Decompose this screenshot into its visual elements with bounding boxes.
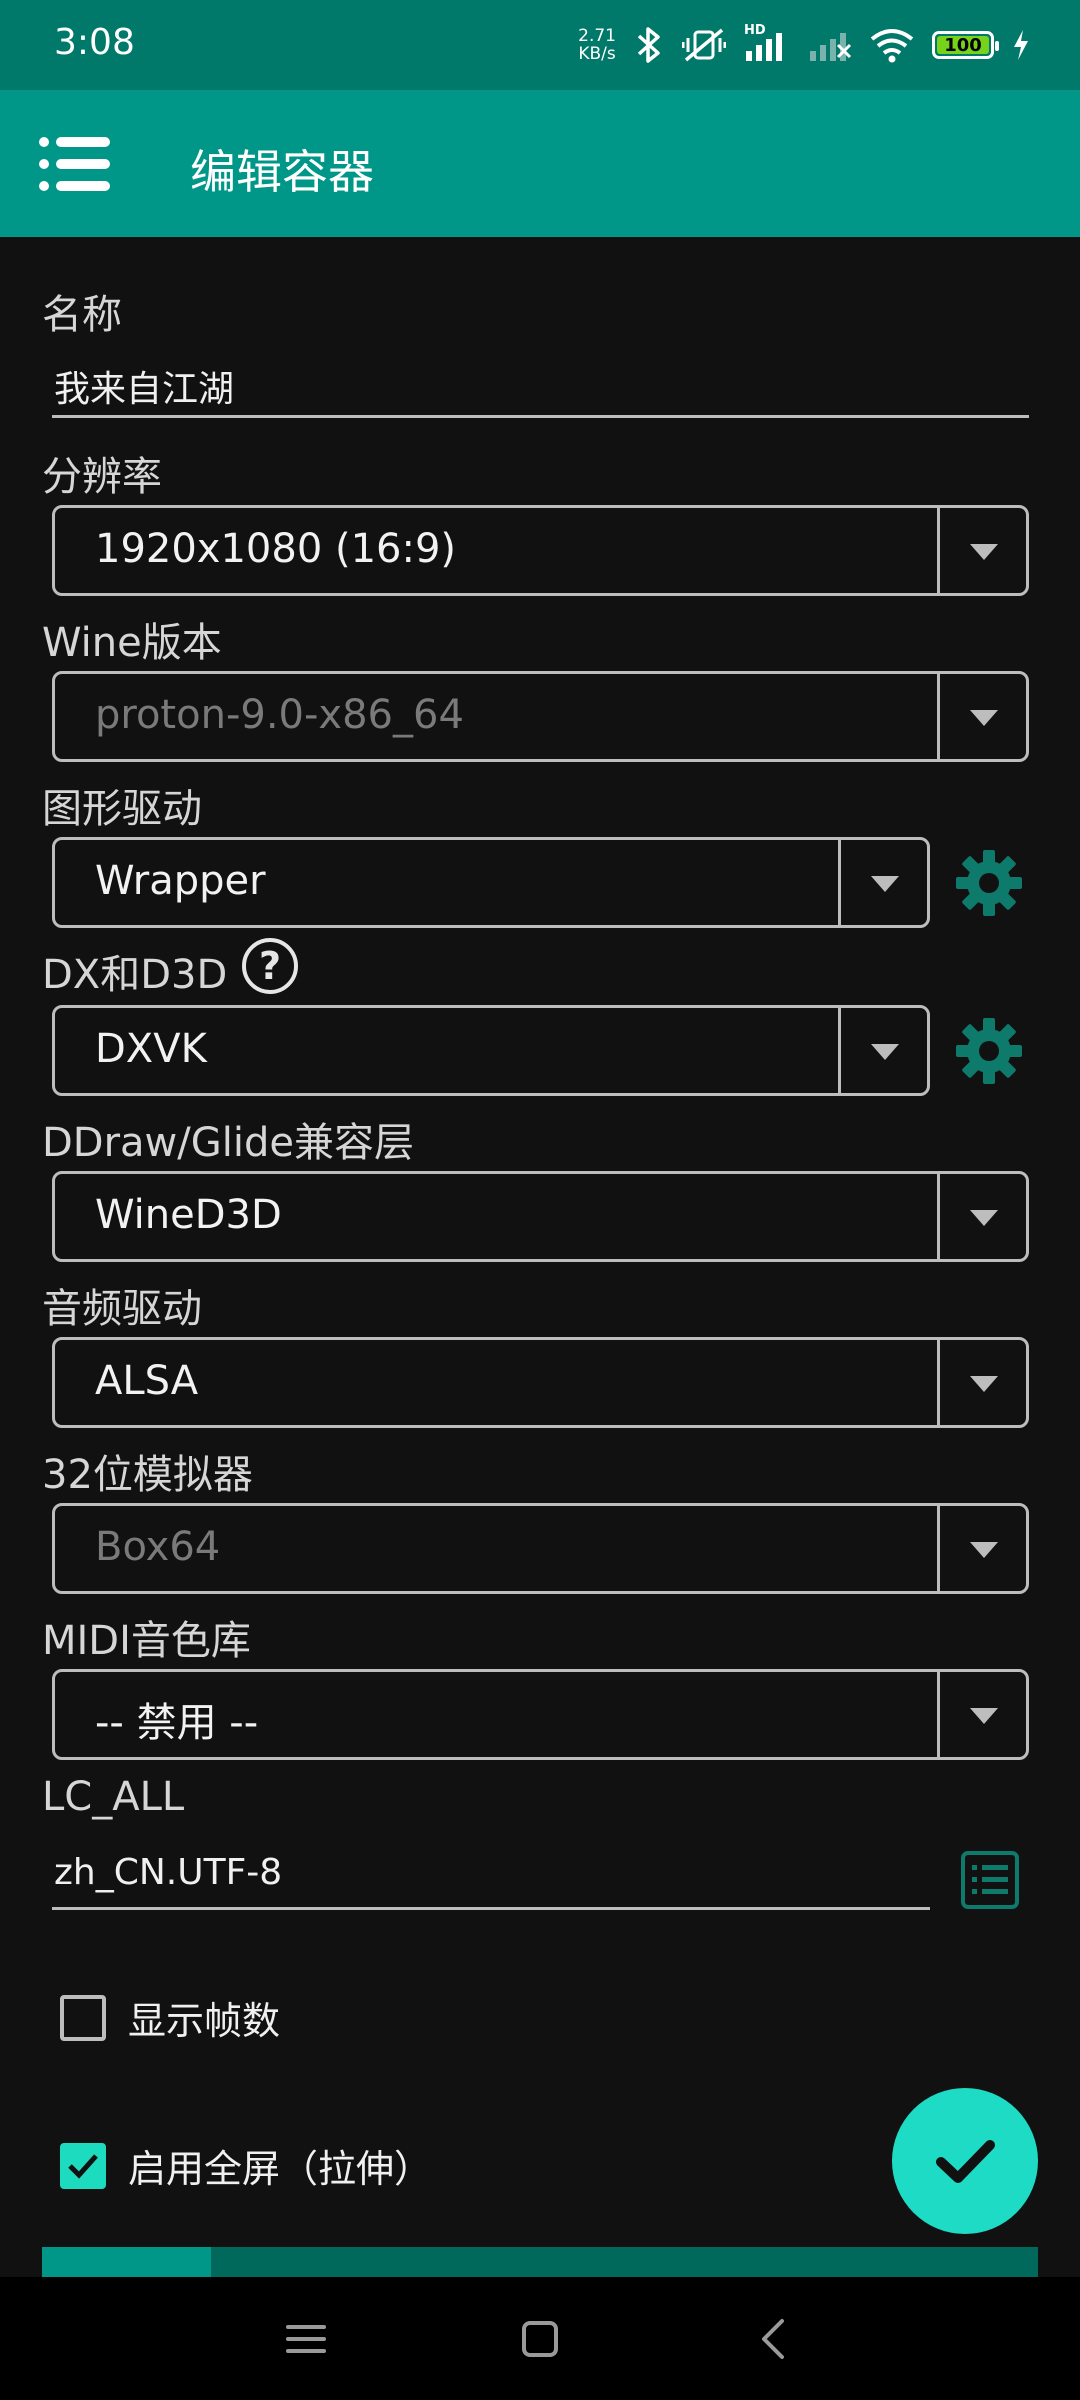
list-icon[interactable] — [960, 1850, 1020, 1910]
ddraw-glide-label: DDraw/Glide兼容层 — [42, 1120, 414, 1166]
graphics-driver-select[interactable]: Wrapper — [52, 837, 930, 928]
midi-soundfont-value: -- 禁用 -- — [95, 1700, 259, 1746]
dx-d3d-select[interactable]: DXVK — [52, 1005, 930, 1096]
show-fps-option[interactable]: 显示帧数 — [60, 1990, 280, 2045]
name-field[interactable]: 我来自江湖 — [52, 360, 1029, 418]
select-divider — [937, 674, 940, 759]
chevron-down-icon — [970, 1376, 998, 1392]
chevron-down-icon — [970, 544, 998, 560]
status-icons: 2.71 KB/s HD 100 — [578, 23, 1030, 64]
status-time: 3:08 — [54, 22, 135, 63]
audio-driver-value: ALSA — [95, 1358, 199, 1404]
select-divider — [838, 1008, 841, 1093]
network-speed: 2.71 KB/s — [578, 27, 616, 63]
midi-soundfont-label: MIDI音色库 — [42, 1618, 251, 1664]
menu-icon[interactable] — [38, 134, 110, 194]
wifi-icon — [870, 29, 914, 63]
chevron-down-icon — [970, 1542, 998, 1558]
chevron-down-icon — [970, 710, 998, 726]
recent-apps-icon[interactable] — [284, 2317, 328, 2361]
show-fps-label: 显示帧数 — [128, 1999, 281, 2043]
resolution-value: 1920x1080 (16:9) — [95, 526, 457, 572]
lc-all-label: LC_ALL — [42, 1774, 185, 1820]
chevron-down-icon — [970, 1210, 998, 1226]
select-divider — [937, 1672, 940, 1757]
emulator-select[interactable]: Box64 — [52, 1503, 1029, 1594]
battery-icon: 100 — [932, 31, 999, 59]
mute-vibrate-icon — [682, 28, 726, 62]
wine-version-label: Wine版本 — [42, 620, 222, 666]
check-icon — [936, 2140, 995, 2183]
check-icon — [68, 2153, 98, 2179]
battery-level: 100 — [944, 34, 982, 56]
resolution-label: 分辨率 — [42, 454, 162, 500]
progress-bar — [42, 2247, 1038, 2277]
chevron-down-icon — [871, 876, 899, 892]
select-divider — [937, 508, 940, 593]
fullscreen-label: 启用全屏（拉伸） — [128, 2147, 433, 2191]
select-divider — [937, 1506, 940, 1591]
signal-weak-icon — [810, 33, 852, 61]
select-divider — [937, 1174, 940, 1259]
wine-version-select[interactable]: proton-9.0-x86_64 — [52, 671, 1029, 762]
chevron-down-icon — [970, 1708, 998, 1724]
graphics-driver-value: Wrapper — [95, 858, 266, 904]
help-icon[interactable]: ? — [242, 938, 298, 994]
select-divider — [838, 840, 841, 925]
name-label: 名称 — [42, 292, 122, 338]
select-divider — [937, 1340, 940, 1425]
back-icon[interactable] — [752, 2317, 796, 2361]
midi-soundfont-select[interactable]: -- 禁用 -- — [52, 1669, 1029, 1760]
dx-d3d-value: DXVK — [95, 1026, 207, 1072]
dx-d3d-label: DX和D3D — [42, 952, 228, 998]
graphics-settings-gear-icon[interactable] — [954, 848, 1024, 918]
ddraw-glide-select[interactable]: WineD3D — [52, 1171, 1029, 1262]
network-speed-unit: KB/s — [578, 44, 616, 64]
status-bar: 3:08 2.71 KB/s HD 100 — [0, 0, 1080, 90]
network-speed-value: 2.71 — [578, 26, 616, 46]
signal-strength-icon: HD — [744, 23, 790, 63]
charging-icon — [1014, 30, 1028, 60]
dx-settings-gear-icon[interactable] — [954, 1016, 1024, 1086]
chevron-down-icon — [871, 1044, 899, 1060]
emulator-label: 32位模拟器 — [42, 1452, 253, 1498]
show-fps-checkbox[interactable] — [60, 1994, 106, 2041]
graphics-driver-label: 图形驱动 — [42, 786, 202, 832]
save-button[interactable] — [892, 2088, 1038, 2234]
bluetooth-icon — [637, 27, 660, 63]
fullscreen-option[interactable]: 启用全屏（拉伸） — [60, 2138, 432, 2193]
resolution-select[interactable]: 1920x1080 (16:9) — [52, 505, 1029, 596]
audio-driver-label: 音频驱动 — [42, 1286, 202, 1332]
home-icon[interactable] — [518, 2317, 562, 2361]
lc-all-field[interactable]: zh_CN.UTF-8 — [52, 1852, 930, 1910]
emulator-value: Box64 — [95, 1524, 221, 1570]
fullscreen-checkbox[interactable] — [60, 2142, 106, 2189]
progress-fill — [42, 2247, 212, 2277]
app-bar: 编辑容器 — [0, 90, 1080, 237]
wine-version-value: proton-9.0-x86_64 — [95, 692, 464, 738]
ddraw-glide-value: WineD3D — [95, 1192, 282, 1238]
page-title: 编辑容器 — [190, 145, 374, 199]
audio-driver-select[interactable]: ALSA — [52, 1337, 1029, 1428]
navigation-bar — [0, 2277, 1080, 2400]
